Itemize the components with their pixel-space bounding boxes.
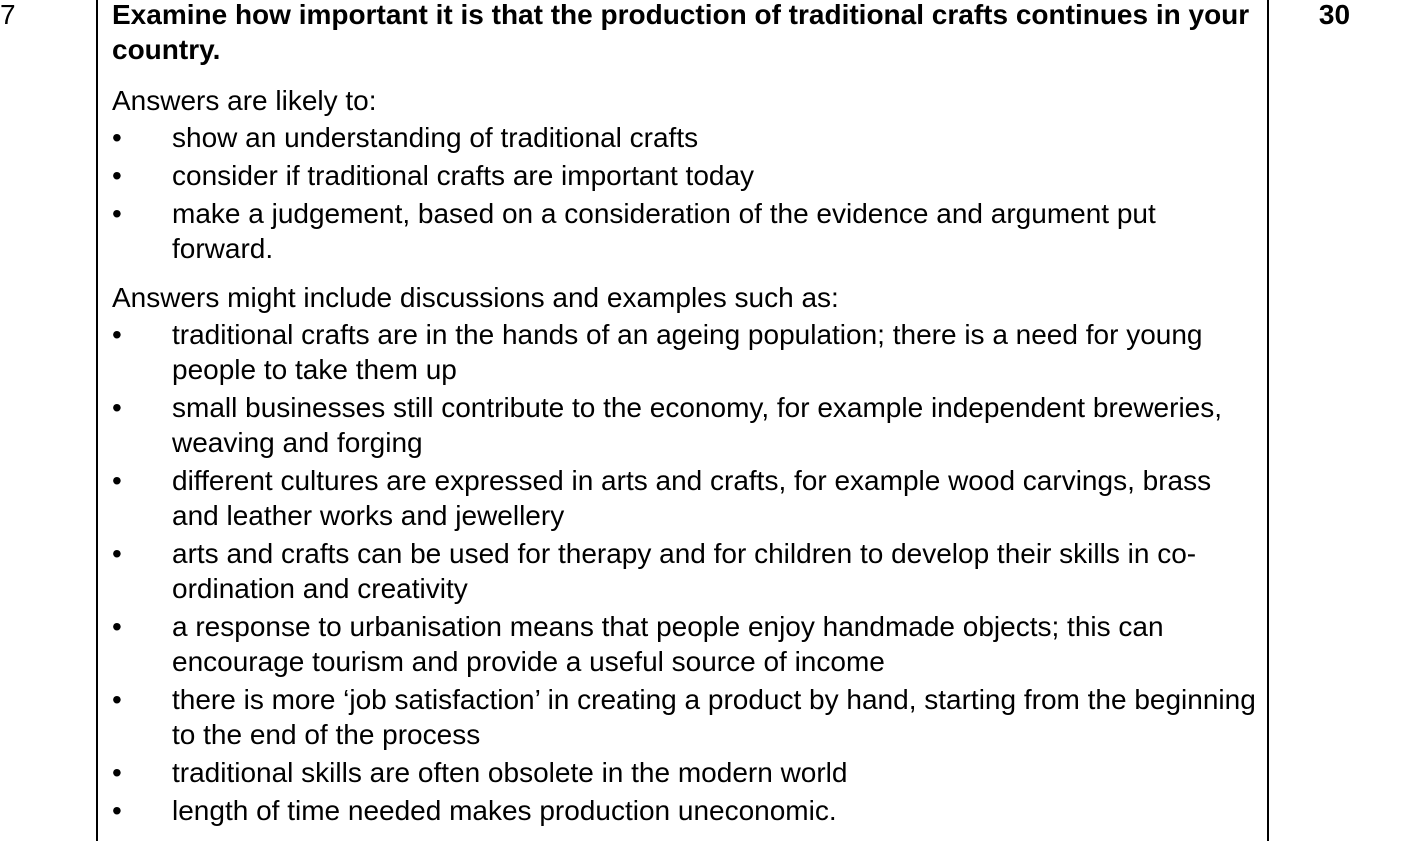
- likely-list: • show an understanding of traditional c…: [112, 120, 1262, 266]
- examples-list: • traditional crafts are in the hands of…: [112, 317, 1262, 828]
- list-item-text: traditional crafts are in the hands of a…: [172, 319, 1203, 385]
- table-left-border: [96, 0, 98, 841]
- question-marks: 30: [1318, 0, 1351, 30]
- question-number: 7: [0, 0, 16, 30]
- bullet-icon: •: [112, 319, 122, 350]
- list-item-text: length of time needed makes production u…: [172, 795, 837, 826]
- list-item: • traditional skills are often obsolete …: [112, 755, 1262, 790]
- bullet-icon: •: [112, 611, 122, 642]
- bullet-icon: •: [112, 122, 122, 153]
- list-item-text: show an understanding of traditional cra…: [172, 122, 699, 153]
- table-right-border: [1267, 0, 1269, 841]
- bullet-icon: •: [112, 392, 122, 423]
- likely-intro: Answers are likely to:: [112, 85, 377, 116]
- mark-scheme-page: 7 30 Examine how important it is that th…: [0, 0, 1407, 841]
- list-item: • show an understanding of traditional c…: [112, 120, 1262, 155]
- examples-intro: Answers might include discussions and ex…: [112, 282, 839, 313]
- list-item-text: small businesses still contribute to the…: [172, 392, 1223, 458]
- question-title: Examine how important it is that the pro…: [112, 0, 1250, 65]
- list-item: • consider if traditional crafts are imp…: [112, 158, 1262, 193]
- bullet-icon: •: [112, 538, 122, 569]
- bullet-icon: •: [112, 684, 122, 715]
- examples-section: Answers might include discussions and ex…: [112, 280, 1262, 828]
- bullet-icon: •: [112, 465, 122, 496]
- likely-section: Answers are likely to: • show an underst…: [112, 83, 1262, 266]
- list-item-text: make a judgement, based on a considerati…: [172, 198, 1156, 264]
- list-item: • make a judgement, based on a considera…: [112, 196, 1262, 266]
- list-item: • a response to urbanisation means that …: [112, 609, 1262, 679]
- guidance-cell: Examine how important it is that the pro…: [112, 0, 1262, 831]
- bullet-icon: •: [112, 198, 122, 229]
- list-item: • small businesses still contribute to t…: [112, 390, 1262, 460]
- list-item: • different cultures are expressed in ar…: [112, 463, 1262, 533]
- list-item-text: consider if traditional crafts are impor…: [172, 160, 755, 191]
- list-item: • there is more ‘job satisfaction’ in cr…: [112, 682, 1262, 752]
- list-item: • length of time needed makes production…: [112, 793, 1262, 828]
- list-item-text: there is more ‘job satisfaction’ in crea…: [172, 684, 1256, 750]
- bullet-icon: •: [112, 757, 122, 788]
- list-item-text: traditional skills are often obsolete in…: [172, 757, 848, 788]
- list-item-text: arts and crafts can be used for therapy …: [172, 538, 1197, 604]
- list-item-text: a response to urbanisation means that pe…: [172, 611, 1164, 677]
- list-item-text: different cultures are expressed in arts…: [172, 465, 1212, 531]
- bullet-icon: •: [112, 795, 122, 826]
- list-item: • traditional crafts are in the hands of…: [112, 317, 1262, 387]
- list-item: • arts and crafts can be used for therap…: [112, 536, 1262, 606]
- bullet-icon: •: [112, 160, 122, 191]
